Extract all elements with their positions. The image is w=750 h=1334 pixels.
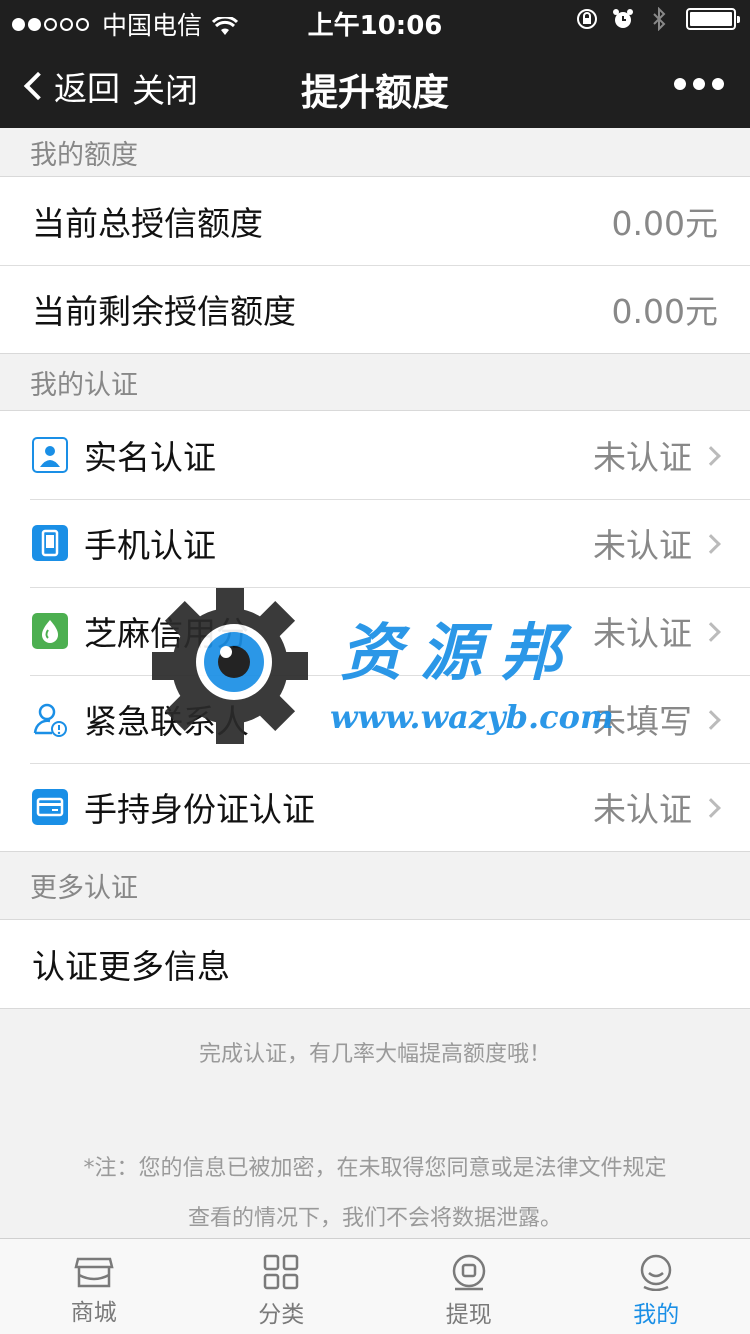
- tab-label: 商城: [70, 1300, 117, 1326]
- tab-label: 分类: [258, 1302, 305, 1328]
- chevron-right-icon: [701, 446, 721, 466]
- tab-label: 提现: [445, 1302, 492, 1328]
- privacy-note: *注：您的信息已被加密，在未取得您同意或是法律文件规定 查看的情况下，我们不会将…: [0, 1144, 750, 1244]
- alarm-icon: [610, 6, 636, 32]
- rotation-lock-icon: [574, 6, 600, 32]
- tab-mine[interactable]: 我的: [563, 1239, 750, 1334]
- auth-row-status: 未认证: [593, 438, 692, 477]
- contact-icon: [32, 701, 68, 737]
- more-menu-icon[interactable]: [667, 78, 724, 90]
- battery-icon: [686, 8, 740, 30]
- more-card: 认证更多信息: [0, 919, 750, 1009]
- credit-row-total: 当前总授信额度 0.00元: [0, 177, 750, 265]
- nav-bar: 返回 关闭 提升额度: [0, 40, 750, 128]
- id-person-icon: [32, 437, 68, 473]
- credit-row-value: 0.00元: [611, 292, 718, 331]
- tab-bar: 商城 分类 提现 我的: [0, 1238, 750, 1334]
- page-title: 提升额度: [301, 71, 449, 114]
- watermark: 资源邦 www.wazyb.com: [150, 586, 620, 746]
- section-title-auth: 我的认证: [30, 369, 138, 401]
- credit-card: 当前总授信额度 0.00元 当前剩余授信额度 0.00元: [0, 176, 750, 354]
- tab-withdraw[interactable]: 提现: [375, 1239, 563, 1334]
- auth-row-status: 未认证: [593, 790, 692, 829]
- chevron-right-icon: [701, 622, 721, 642]
- tab-category[interactable]: 分类: [188, 1239, 376, 1334]
- bluetooth-icon: [646, 6, 672, 32]
- more-auth-label: 认证更多信息: [32, 947, 230, 986]
- credit-row-remaining: 当前剩余授信额度 0.00元: [0, 265, 750, 353]
- chevron-right-icon: [701, 710, 721, 730]
- watermark-text: 资源邦: [340, 616, 581, 689]
- auth-row-label: 手持身份证认证: [84, 790, 315, 829]
- privacy-note-line: *注：您的信息已被加密，在未取得您同意或是法律文件规定: [83, 1156, 667, 1181]
- auth-row-phone[interactable]: 手机认证 未认证: [0, 499, 750, 587]
- credit-row-label: 当前总授信额度: [32, 204, 263, 243]
- grid-icon: [264, 1254, 299, 1290]
- store-icon: [74, 1257, 114, 1288]
- sesame-icon: [32, 613, 68, 649]
- privacy-note-line: 查看的情况下，我们不会将数据泄露。: [187, 1206, 562, 1231]
- section-title-credit: 我的额度: [30, 139, 138, 171]
- chevron-right-icon: [701, 534, 721, 554]
- section-title-more: 更多认证: [30, 872, 138, 904]
- more-auth-row[interactable]: 认证更多信息: [0, 920, 750, 1008]
- watermark-url: www.wazyb.com: [330, 698, 614, 736]
- user-icon: [641, 1254, 672, 1291]
- phone-icon: [32, 525, 68, 561]
- auth-row-status: 未认证: [593, 526, 692, 565]
- auth-row-realname[interactable]: 实名认证 未认证: [0, 411, 750, 499]
- auth-row-label: 手机认证: [84, 526, 216, 565]
- gear-logo-icon: [152, 588, 308, 744]
- id-card-icon: [32, 789, 68, 825]
- chevron-right-icon: [701, 798, 721, 818]
- status-bar: 中国电信 上午10:06: [0, 0, 750, 41]
- auth-row-handheld-id[interactable]: 手持身份证认证 未认证: [0, 763, 750, 851]
- auth-row-label: 实名认证: [84, 438, 216, 477]
- tab-store[interactable]: 商城: [0, 1239, 188, 1334]
- top-bar: 中国电信 上午10:06 返回 关闭 提升额度: [0, 0, 750, 128]
- withdraw-icon: [452, 1254, 485, 1291]
- tip-text: 完成认证，有几率大幅提高额度哦！: [198, 1042, 551, 1067]
- credit-row-value: 0.00元: [611, 204, 718, 243]
- tab-label: 我的: [633, 1302, 680, 1328]
- credit-row-label: 当前剩余授信额度: [32, 292, 296, 331]
